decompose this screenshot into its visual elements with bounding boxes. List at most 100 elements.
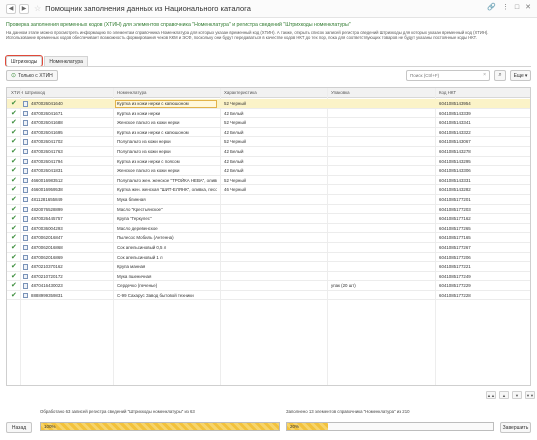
nomenclature-cell[interactable]: Крупа "Геркулес" [117,216,217,221]
document-icon [23,254,28,260]
nkt-code-cell: 6041085177265 [439,225,471,231]
scroll-up-icon[interactable]: ▲ [499,391,509,399]
xtin-check-icon: ✔ [11,263,17,271]
search-input[interactable] [407,71,477,80]
table-row[interactable]: ✔ 4870210720172 Мука пшеничная 604108517724… [7,272,530,282]
barcode-cell: 4660016959538 [31,187,63,193]
table-row[interactable]: ✔ 4870026041702 Полупальто из кожи нерки 52… [7,137,530,147]
nomenclature-cell[interactable]: Масло "Крестьянское" [117,207,217,212]
column-header-characteristic[interactable]: Характеристика [224,90,257,95]
menu-icon[interactable]: ⋮ [502,4,509,11]
forward-arrow-icon[interactable]: ▶ [19,3,29,14]
table-row[interactable]: ✔ 4870026041794 Куртка из кожи нерки с поя… [7,157,530,167]
nomenclature-cell[interactable]: Мука блинная [117,197,217,202]
xtin-check-icon: ✔ [11,234,17,242]
table-row[interactable]: ✔ 4870062016868 Сок апельсиновый 0,5 л 6041… [7,243,530,253]
column-header-barcode[interactable]: Штрихкод [25,90,45,95]
right-progress-text: 20% [290,424,300,429]
column-header-nkt-code[interactable]: Код НКТ [439,90,456,95]
column-header-xtin[interactable]: ХТИН [11,90,23,95]
nomenclature-cell[interactable]: С-99 Сахарус Завод бытовой техники [117,293,217,298]
scroll-first-icon[interactable]: ▲▲ [486,391,496,399]
more-button[interactable]: Еще ▾ [510,70,531,81]
barcodes-table[interactable]: ХТИН Штрихкод Номенклатура Характеристик… [6,87,531,386]
table-row[interactable]: ✔ 4870026041640 Куртка из кожи нерки с кап… [7,99,530,109]
document-icon [23,273,28,280]
tab-barcodes[interactable]: Штрихкоды [4,55,44,67]
column-header-nomenclature[interactable]: Номенклатура [117,90,146,95]
star-icon[interactable]: ☆ [34,4,41,13]
search-box: × [406,70,490,81]
link-icon[interactable]: 🔗 [487,4,496,11]
nomenclature-cell[interactable]: Полупальто жен. женское "ТРОЙКА НЕВА", о… [117,178,217,183]
back-button[interactable]: Назад [6,422,32,433]
nomenclature-cell[interactable]: Мука пшеничная [117,274,217,279]
finish-button[interactable]: Завершить [500,422,531,433]
barcode-cell: 4660016983512 [31,177,63,183]
intro-text-line-2: Использование временных кодов обеспечива… [6,35,477,41]
nomenclature-cell[interactable]: Сок апельсиновый 1 л [117,255,217,260]
barcode-cell: 4870026041831 [31,168,63,174]
nomenclature-cell[interactable]: Полупальто из кожи нерки [117,149,217,154]
nomenclature-cell[interactable]: Полупальто из кожи нерки [117,139,217,144]
table-row[interactable]: ✔ 4870036004293 Масло деревенское 604108517… [7,224,530,234]
document-icon [23,292,28,299]
document-icon [23,129,28,136]
xtin-check-icon: ✔ [11,195,17,203]
document-icon [23,177,28,184]
nkt-code-cell: 6041085143295 [439,158,471,164]
nomenclature-cell[interactable]: Пылесос Мобиль (Антенна) [117,235,217,240]
nomenclature-cell[interactable]: Куртка из кожи нерки с капюшоном [117,130,217,135]
table-row[interactable]: ✔ 4870026041831 Женское пальто из кожи нер… [7,166,530,176]
table-row[interactable]: ✔ 4811281655849 Мука блинная 6041085177201 [7,195,530,205]
close-icon[interactable]: ✕ [525,4,531,11]
document-icon [23,225,28,232]
characteristic-cell: 52 Черный [224,120,246,126]
nomenclature-cell[interactable]: Куртка из кожи нерки [117,111,217,116]
table-row[interactable]: ✔ 4870026041763 Полупальто из кожи нерки 42… [7,147,530,157]
table-row[interactable]: ✔ 4870062016869 Сок апельсиновый 1 л 604108… [7,253,530,263]
table-row[interactable]: ✔ 4660016959538 Куртка жен. женская "ШИТ-Е… [7,185,530,195]
nkt-code-cell: 6041085177228 [439,292,471,298]
nomenclature-cell[interactable]: Масло деревенское [117,226,217,231]
clear-search-icon[interactable]: × [483,72,486,78]
table-row[interactable]: ✔ 4870210370162 Крупа манная 6041085177221 [7,262,530,272]
table-row[interactable]: ✔ 4820076528899 Масло "Крестьянское" 604108… [7,205,530,215]
document-icon [23,196,28,203]
nomenclature-cell[interactable]: Сок апельсиновый 0,5 л [117,245,217,250]
table-row[interactable]: ✔ 4870416430023 Сердечко (печенье) упак (20… [7,281,530,291]
nomenclature-cell[interactable]: Сердечко (печенье) [117,283,217,288]
barcode-cell: 4870026041695 [31,129,63,135]
document-icon [23,206,28,213]
xtin-check-icon: ✔ [11,157,17,165]
only-xtin-toggle-button[interactable]: ⊙ Только с ХТИН [6,70,58,81]
table-row[interactable]: ✔ 4870062016847 Пылесос Мобиль (Антенна) 60… [7,233,530,243]
maximize-icon[interactable]: □ [515,4,519,11]
nkt-code-cell: 6041085177267 [439,244,471,250]
xtin-check-icon: ✔ [11,272,17,280]
nomenclature-cell[interactable]: Женское пальто из кожи нерки [117,168,217,173]
nomenclature-cell[interactable]: Крупа манная [117,264,217,269]
table-row[interactable]: ✔ 8888999359831 С-99 Сахарус Завод бытовой… [7,291,530,301]
xtin-check-icon: ✔ [11,253,17,261]
scroll-down-icon[interactable]: ▼ [512,391,522,399]
tab-nomenclature[interactable]: Номенклатура [44,56,88,66]
characteristic-cell: 52 Черный [224,101,246,106]
nomenclature-cell[interactable]: Куртка из кожи нерки с поясом [117,159,217,164]
table-row[interactable]: ✔ 4870026041695 Куртка из кожи нерки с кап… [7,128,530,138]
nkt-code-cell: 6041085143282 [439,187,471,193]
document-icon [23,264,28,270]
table-row[interactable]: ✔ 4870026041671 Куртка из кожи нерки 42 Бел… [7,109,530,119]
scroll-last-icon[interactable]: ▼▼ [525,391,535,399]
nomenclature-cell[interactable]: Куртка из кожи нерки с капюшоном [117,101,217,106]
nomenclature-cell[interactable]: Куртка жен. женская "ШИТ-ЕЛЯНК", оливка,… [117,187,217,192]
table-row[interactable]: ✔ 4660016983512 Полупальто жен. женское "Т… [7,176,530,186]
nomenclature-cell[interactable]: Женское пальто из кожи нерки [117,120,217,125]
column-header-packaging[interactable]: Упаковка [331,90,350,95]
nkt-code-cell: 6041085177162 [439,216,471,222]
barcode-cell: 8888999359831 [31,292,63,298]
search-button[interactable]: ⌕ [494,70,506,81]
back-arrow-icon[interactable]: ◀ [6,3,16,14]
table-row[interactable]: ✔ 4870026445757 Крупа "Геркулес" 6041085177… [7,214,530,224]
table-row[interactable]: ✔ 4870026041688 Женское пальто из кожи нер… [7,118,530,128]
